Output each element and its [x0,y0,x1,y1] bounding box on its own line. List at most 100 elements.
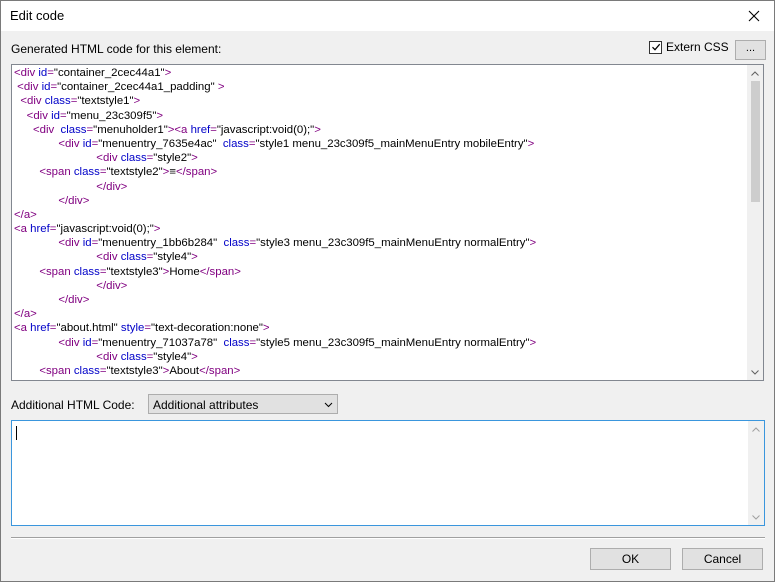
code-line: <div id="menuentry_1bb6b284" class="styl… [14,236,748,250]
code-token: "style4" [153,251,192,264]
code-token: "style2" [153,152,192,165]
code-token: "javascript:void(0);" [216,123,315,136]
code-token: > [529,336,537,349]
code-token: "javascript:void(0);" [56,223,154,236]
code-token: href [30,322,50,335]
scroll-up-button[interactable] [747,65,763,81]
chevron-up-icon [751,70,759,76]
code-token: About [169,364,200,377]
scroll-thumb[interactable] [751,81,760,202]
code-token: "textstyle3" [106,265,163,278]
code-token: <div [96,350,121,363]
code-line: <div id="menuentry_71037a78" class="styl… [14,336,748,350]
code-token: > [529,237,537,250]
code-token: id [82,137,92,150]
code-token: id [82,336,92,349]
code-line: </div> [14,180,748,194]
code-line: <a href="about.html" style="text-decorat… [14,321,748,335]
code-token: <a [14,322,31,335]
code-token: <div [58,336,83,349]
code-token: <div [58,237,83,250]
code-line: <div class="style4"> [14,250,748,264]
code-line: <div class="textstyle1"> [14,94,748,108]
code-token: "menuholder1" [93,123,168,136]
code-token: id [38,67,48,79]
code-token: = [144,322,151,335]
code-token: > [156,109,164,122]
edit-code-dialog: Edit code Generated HTML code for this e… [0,0,775,582]
browse-button[interactable]: ... [735,40,766,60]
code-line: <a href="javascript:void(0);"> [14,222,748,236]
code-line: <div id="container_2cec44a1"> [14,66,748,80]
chevron-down-icon [324,402,333,408]
close-icon [748,10,760,22]
code-line: </a> [14,307,748,321]
code-token: = [47,67,54,79]
scroll-down-button[interactable] [747,364,763,380]
code-token: > [191,152,198,165]
code-line: <div id="container_2cec44a1_padding" > [14,80,748,94]
code-scrollbar[interactable] [747,65,763,380]
code-token: class [44,95,71,108]
code-token: "container_2cec44a1_padding" [57,81,215,94]
title-bar: Edit code [1,1,774,31]
code-token: id [51,109,60,122]
generated-code-viewer[interactable]: <div id="container_2cec44a1"> <div id="c… [11,64,764,381]
code-token: class [120,251,147,264]
code-line: <div class="style2"> [14,151,748,165]
code-token: </div> [96,279,128,292]
code-token: "menu_23c309f5" [66,109,157,122]
close-button[interactable] [734,1,774,31]
code-token: <div [33,123,61,136]
code-token: class [60,123,87,136]
code-token: > [527,137,535,150]
code-token: <div [26,109,52,122]
additional-code-label: Additional HTML Code: [11,398,135,412]
scroll-down-button[interactable] [748,509,764,525]
textarea-scrollbar[interactable] [748,421,764,525]
additional-code-textarea[interactable] [11,420,765,526]
code-token: <span [39,265,74,278]
code-token: "textstyle1" [77,95,134,108]
code-token: "menuentry_71037a78" [98,336,218,349]
code-token: class [223,237,250,250]
code-line: <div id="menuentry_7635e4ac" class="styl… [14,137,748,151]
checkbox-box[interactable] [649,40,662,54]
code-token: class [73,364,100,377]
code-line: </div> [14,293,748,307]
code-token: "container_2cec44a1" [53,67,165,79]
code-token: </span> [199,364,241,377]
generated-code-label: Generated HTML code for this element: [11,42,222,56]
code-line: <span class="textstyle3">Home</span> [14,265,748,279]
code-token: <div [20,95,45,108]
code-token: href [190,123,211,136]
code-token: </div> [58,294,90,306]
checkmark-icon [651,43,660,51]
cancel-button[interactable]: Cancel [682,548,763,570]
code-token: <span [39,364,74,377]
code-token: > [133,95,141,108]
code-token: class [120,152,147,165]
code-token: <div [96,251,121,264]
scroll-up-button[interactable] [748,421,764,437]
code-line: </div> [14,279,748,293]
code-token: > [191,350,198,363]
code-token: > [164,67,172,79]
code-line: <div class="menuholder1"><a href="javasc… [14,123,748,137]
extern-css-checkbox[interactable]: Extern CSS [649,40,729,54]
code-line: <div class="style4"> [14,350,748,364]
code-token: style [120,322,145,335]
additional-type-dropdown[interactable]: Additional attributes [148,394,338,414]
ok-button[interactable]: OK [590,548,671,570]
code-token: <div [14,67,39,79]
extern-css-label: Extern CSS [666,40,729,54]
